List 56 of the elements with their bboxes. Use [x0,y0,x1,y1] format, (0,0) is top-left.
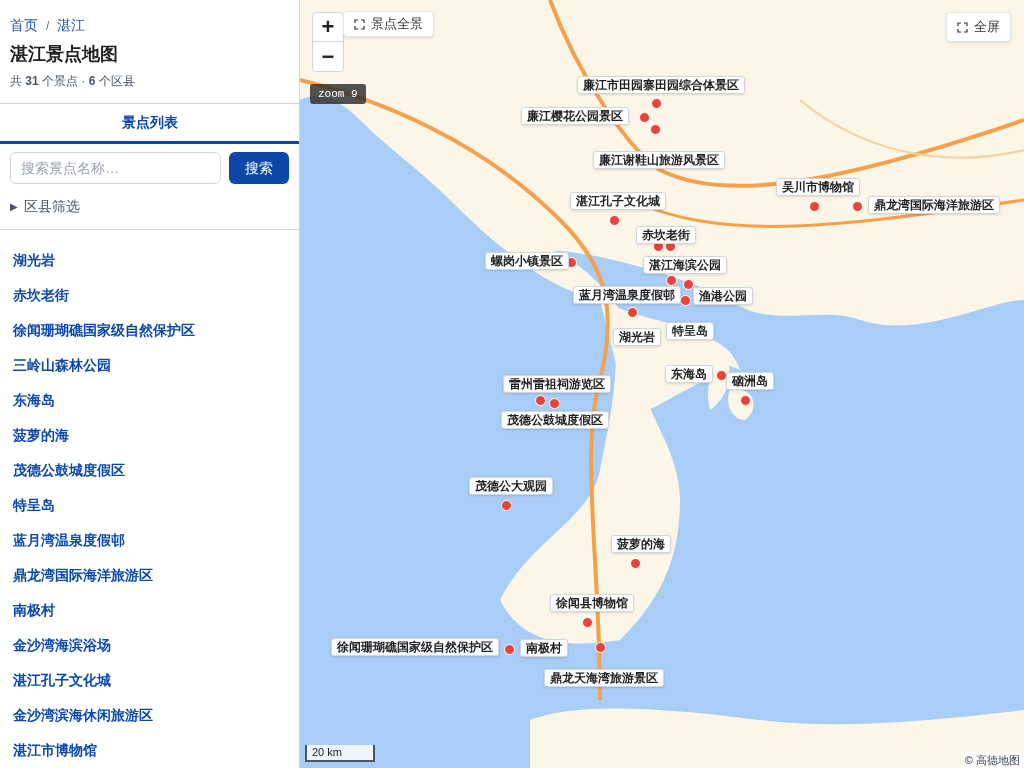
overview-button[interactable]: 景点全景 [343,11,434,37]
spot-link[interactable]: 湛江市博物馆 [13,740,97,761]
marker-label[interactable]: 茂德公大观园 [469,477,553,495]
stats-text: 共 31 个景点 · 6 个区县 [10,73,136,90]
spot-link[interactable]: 菠萝的海 [13,425,69,446]
marker-label[interactable]: 鼎龙湾国际海洋旅游区 [868,196,1000,214]
marker-label[interactable]: 湛江孔子文化城 [570,192,666,210]
breadcrumb-link[interactable]: 首页 [10,15,38,36]
expand-icon [354,18,365,30]
zoom-level-badge: zoom 9 [310,84,366,104]
page-title: 湛江景点地图 [10,43,119,66]
search-field[interactable]: 搜索景点名称… [10,152,221,184]
spot-link[interactable]: 湖光岩 [13,250,55,271]
marker-label[interactable]: 雷州雷祖祠游览区 [503,375,611,393]
marker-label[interactable]: 鼎龙天海湾旅游景区 [544,669,664,687]
marker-label[interactable]: 赤坎老街 [636,226,696,244]
search-button[interactable]: 搜索 [229,152,289,184]
scale-bar: 20 km [305,745,375,762]
spot-link[interactable]: 金沙湾海滨浴场 [13,635,111,656]
tab[interactable]: 景点列表 [0,104,299,144]
disclosure-triangle-icon[interactable]: ▶ [10,199,18,214]
marker-label[interactable]: 茂德公鼓城度假区 [501,411,609,429]
marker-label[interactable]: 硇洲岛 [726,372,774,390]
spot-link[interactable]: 金沙湾滨海休闲旅游区 [13,705,153,726]
zoom-out-button[interactable]: − [313,42,343,71]
marker-label[interactable]: 螺岗小镇景区 [485,252,569,270]
spot-link[interactable]: 蓝月湾温泉度假邨 [13,530,125,551]
marker-label[interactable]: 廉江樱花公园景区 [521,107,629,125]
filter-toggle[interactable]: 区县筛选 [24,196,80,217]
spot-link[interactable]: 东海岛 [13,390,55,411]
marker-label[interactable]: 廉江市田园寨田园综合体景区 [577,76,745,94]
marker-label[interactable]: 东海岛 [665,365,713,383]
marker-label[interactable]: 蓝月湾温泉度假邨 [573,286,681,304]
breadcrumb-separator: / [46,17,50,35]
spot-link[interactable]: 三岭山森林公园 [13,355,111,376]
marker-label[interactable]: 徐闻珊瑚礁国家级自然保护区 [331,638,499,656]
spot-link[interactable]: 徐闻珊瑚礁国家级自然保护区 [13,320,195,341]
marker-label[interactable]: 南极村 [520,639,568,657]
marker-label[interactable]: 徐闻县博物馆 [550,594,634,612]
marker-label[interactable]: 湖光岩 [613,328,661,346]
marker-label[interactable]: 吴川市博物馆 [776,178,860,196]
spot-link[interactable]: 茂德公鼓城度假区 [13,460,125,481]
spot-link[interactable]: 赤坎老街 [13,285,69,306]
spot-link[interactable]: 湛江孔子文化城 [13,670,111,691]
spot-link[interactable]: 鼎龙湾国际海洋旅游区 [13,565,153,586]
marker-label[interactable]: 菠萝的海 [611,535,671,553]
spot-link[interactable]: 南极村 [13,600,55,621]
marker-label[interactable]: 廉江谢鞋山旅游风景区 [593,151,725,169]
attribution-text: © 高德地图 [960,752,1024,768]
marker-label[interactable]: 湛江海滨公园 [643,256,727,274]
breadcrumb-link[interactable]: 湛江 [57,15,86,36]
fullscreen-button[interactable]: 全屏 [946,12,1011,42]
marker-label[interactable]: 特呈岛 [666,322,714,340]
spot-link[interactable]: 特呈岛 [13,495,55,516]
marker-label[interactable]: 渔港公园 [693,287,753,305]
expand-icon [957,21,968,33]
